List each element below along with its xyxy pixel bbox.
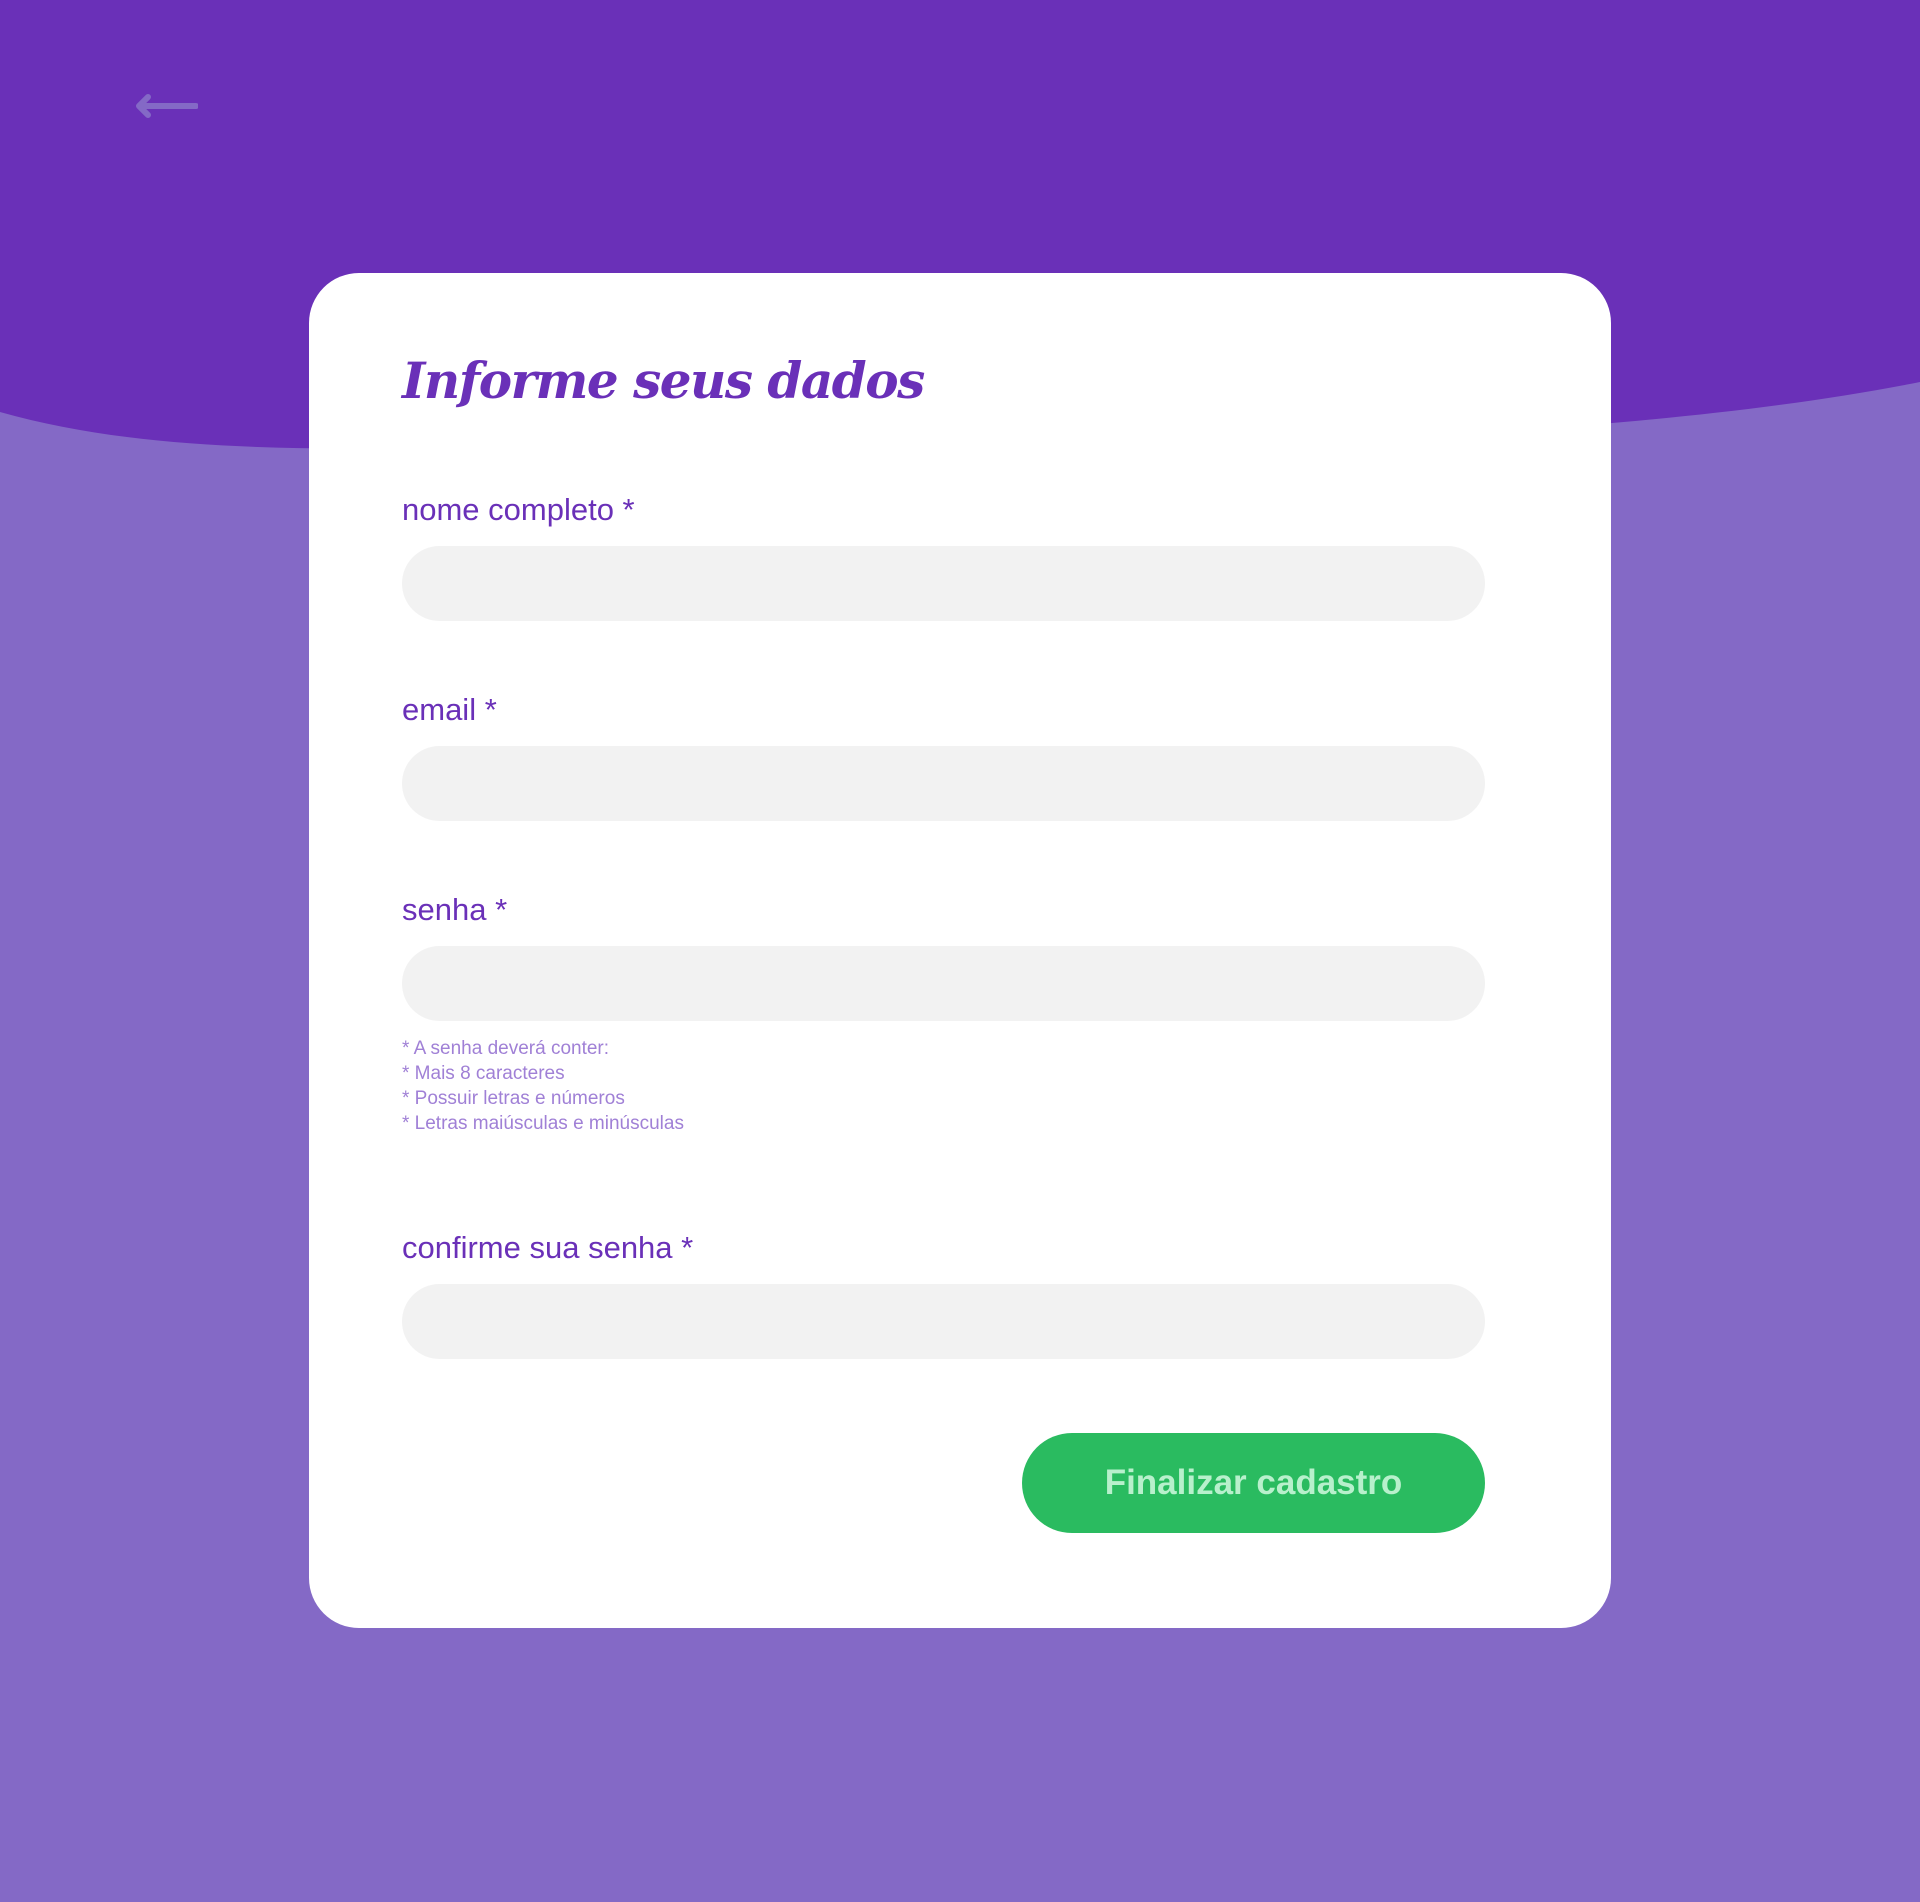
form-title: Informe seus dados: [402, 351, 925, 410]
password-requirements: * A senha deverá conter: * Mais 8 caract…: [402, 1036, 684, 1136]
password-hint: * Possuir letras e números: [402, 1088, 625, 1109]
password-hint: * A senha deverá conter:: [402, 1038, 610, 1059]
password-hint: * Letras maiúsculas e minúsculas: [402, 1113, 684, 1134]
finish-registration-button[interactable]: Finalizar cadastro: [1022, 1433, 1485, 1533]
full-name-input[interactable]: [402, 546, 1485, 621]
email-label: email *: [402, 692, 497, 727]
full-name-label: nome completo *: [402, 492, 635, 527]
password-label: senha *: [402, 892, 508, 927]
confirm-password-label: confirme sua senha *: [402, 1230, 694, 1265]
password-hint: * Mais 8 caracteres: [402, 1063, 565, 1084]
password-input[interactable]: [402, 946, 1485, 1021]
registration-card: Informe seus dados nome completo * email…: [309, 273, 1611, 1628]
email-input[interactable]: [402, 746, 1485, 821]
arrow-left-icon: [136, 94, 198, 118]
confirm-password-input[interactable]: [402, 1284, 1485, 1359]
back-button[interactable]: [134, 88, 198, 124]
